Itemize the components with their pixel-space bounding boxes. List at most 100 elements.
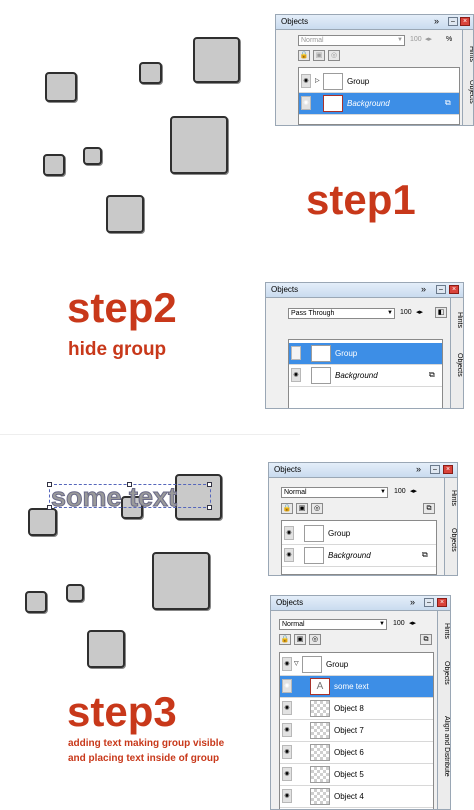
tab-hints[interactable]: Hints: [464, 46, 473, 62]
tab-align-and-distribute[interactable]: Align and Distribute: [439, 716, 450, 777]
eye-icon[interactable]: ◉: [301, 96, 311, 110]
opacity-arrow-icon[interactable]: ◂▸: [410, 487, 417, 495]
layer-options-icon[interactable]: ⧉: [420, 634, 432, 645]
lock-icon[interactable]: 🔒: [279, 634, 291, 645]
blend-mode-select[interactable]: Normal ▼: [279, 619, 387, 630]
layer-list: ◉ ▽ Group ◉ A some text ◉ Object 8 ◉ Obj…: [279, 652, 434, 809]
minimize-icon[interactable]: –: [430, 465, 440, 474]
layer-row-background[interactable]: ◉ Background ⧉: [282, 545, 436, 567]
tab-objects[interactable]: Objects: [464, 80, 473, 104]
selection-handle[interactable]: [207, 505, 212, 510]
square-shape[interactable]: [66, 584, 84, 602]
lock-icon[interactable]: 🔒: [298, 50, 310, 61]
tab-hints[interactable]: Hints: [452, 312, 463, 328]
panel-title: Objects: [281, 17, 309, 26]
opacity-value[interactable]: 100: [393, 620, 405, 627]
layer-name: Object 8: [334, 704, 364, 713]
blend-mode-select[interactable]: Normal ▼: [298, 35, 405, 46]
layer-row-group[interactable]: ◉ Group: [282, 523, 436, 545]
square-shape[interactable]: [45, 72, 77, 102]
tab-hints[interactable]: Hints: [439, 623, 450, 639]
eye-icon[interactable]: ◉: [282, 701, 292, 715]
opacity-value[interactable]: 100: [394, 488, 406, 495]
layer-thumbnail: [302, 656, 322, 673]
layer-row-object[interactable]: ◉ Object 7: [280, 720, 433, 742]
close-icon[interactable]: ×: [449, 285, 459, 294]
link-icon[interactable]: ▣: [313, 50, 325, 61]
eye-icon[interactable]: ◉: [282, 723, 292, 737]
tab-hints[interactable]: Hints: [446, 490, 457, 506]
double-chevron-icon[interactable]: »: [421, 284, 426, 294]
opacity-value[interactable]: 100: [410, 36, 422, 43]
layer-row-background[interactable]: ◉ Background ⧉: [289, 365, 442, 387]
layer-options-icon[interactable]: ⧉: [423, 503, 435, 514]
blend-mode-select[interactable]: Normal ▼: [281, 487, 388, 498]
eye-icon[interactable]: ◉: [282, 745, 292, 759]
square-shape[interactable]: [152, 552, 210, 610]
square-shape[interactable]: [139, 62, 162, 84]
square-shape[interactable]: [170, 116, 228, 174]
mask-icon[interactable]: ◎: [309, 634, 321, 645]
minimize-icon[interactable]: –: [424, 598, 434, 607]
layer-row-object[interactable]: ◉ Object 5: [280, 764, 433, 786]
eye-icon[interactable]: ◉: [282, 679, 292, 693]
canvas-text[interactable]: some text: [50, 482, 177, 513]
eye-icon[interactable]: ◉: [282, 789, 292, 803]
layer-row-object[interactable]: ◉ Object 8: [280, 698, 433, 720]
opacity-arrow-icon[interactable]: ◂▸: [409, 619, 416, 627]
layer-properties-icon[interactable]: ⧉: [422, 550, 428, 560]
link-icon[interactable]: ▣: [296, 503, 308, 514]
mask-icon[interactable]: ◎: [328, 50, 340, 61]
selection-handle[interactable]: [207, 482, 212, 487]
tab-objects[interactable]: Objects: [452, 353, 463, 377]
layer-row-group[interactable]: ◉ ▷ Group: [299, 71, 459, 93]
layer-row-group[interactable]: Group: [289, 343, 442, 365]
tab-objects[interactable]: Objects: [446, 528, 457, 552]
square-shape[interactable]: [83, 147, 102, 165]
mask-icon[interactable]: ◎: [311, 503, 323, 514]
square-shape[interactable]: [106, 195, 144, 233]
close-icon[interactable]: ×: [443, 465, 453, 474]
objects-panel-3: Objects » – × Normal ▼ 100 ◂▸ 🔒 ▣ ◎ ⧉ ◉ G…: [268, 462, 458, 576]
layer-name: Background: [335, 371, 378, 380]
square-shape[interactable]: [43, 154, 65, 176]
step1-heading: step1: [306, 176, 416, 223]
close-icon[interactable]: ×: [437, 598, 447, 607]
layer-properties-icon[interactable]: ⧉: [429, 370, 435, 380]
minimize-icon[interactable]: –: [436, 285, 446, 294]
eye-icon[interactable]: ◉: [284, 548, 294, 562]
layer-row-group[interactable]: ◉ ▽ Group: [280, 654, 433, 676]
eye-icon[interactable]: [291, 346, 301, 360]
double-chevron-icon[interactable]: »: [434, 16, 439, 26]
eye-icon[interactable]: ◉: [282, 657, 292, 671]
link-icon[interactable]: ▣: [294, 634, 306, 645]
blend-mode-select[interactable]: Pass Through ▼: [288, 308, 395, 319]
layer-thumbnail: [310, 744, 330, 761]
eye-icon[interactable]: ◉: [284, 526, 294, 540]
double-chevron-icon[interactable]: »: [416, 464, 421, 474]
tab-objects[interactable]: Objects: [439, 661, 450, 685]
minimize-icon[interactable]: –: [448, 17, 458, 26]
eye-icon[interactable]: ◉: [301, 74, 311, 88]
mask-icon[interactable]: ◧: [435, 307, 447, 318]
layer-properties-icon[interactable]: ⧉: [445, 98, 451, 108]
opacity-arrow-icon[interactable]: ◂▸: [416, 308, 423, 316]
panel-title: Objects: [276, 598, 304, 607]
layer-row-background[interactable]: ◉ Background ⧉: [299, 93, 459, 115]
lock-icon[interactable]: 🔒: [281, 503, 293, 514]
double-chevron-icon[interactable]: »: [410, 597, 415, 607]
opacity-value[interactable]: 100: [400, 309, 412, 316]
layer-row-object[interactable]: ◉ Object 4: [280, 786, 433, 808]
layer-row-object[interactable]: ◉ Object 6: [280, 742, 433, 764]
square-shape[interactable]: [193, 37, 240, 83]
square-shape[interactable]: [87, 630, 125, 668]
blend-mode-value: Pass Through: [291, 310, 335, 317]
opacity-arrow-icon[interactable]: ◂▸: [425, 35, 432, 43]
expand-triangle-icon[interactable]: ▷: [315, 77, 320, 84]
eye-icon[interactable]: ◉: [291, 368, 301, 382]
eye-icon[interactable]: ◉: [282, 767, 292, 781]
layer-row-text[interactable]: ◉ A some text: [280, 676, 433, 698]
square-shape[interactable]: [25, 591, 47, 613]
expand-triangle-icon[interactable]: ▽: [294, 660, 299, 667]
close-icon[interactable]: ×: [460, 17, 470, 26]
